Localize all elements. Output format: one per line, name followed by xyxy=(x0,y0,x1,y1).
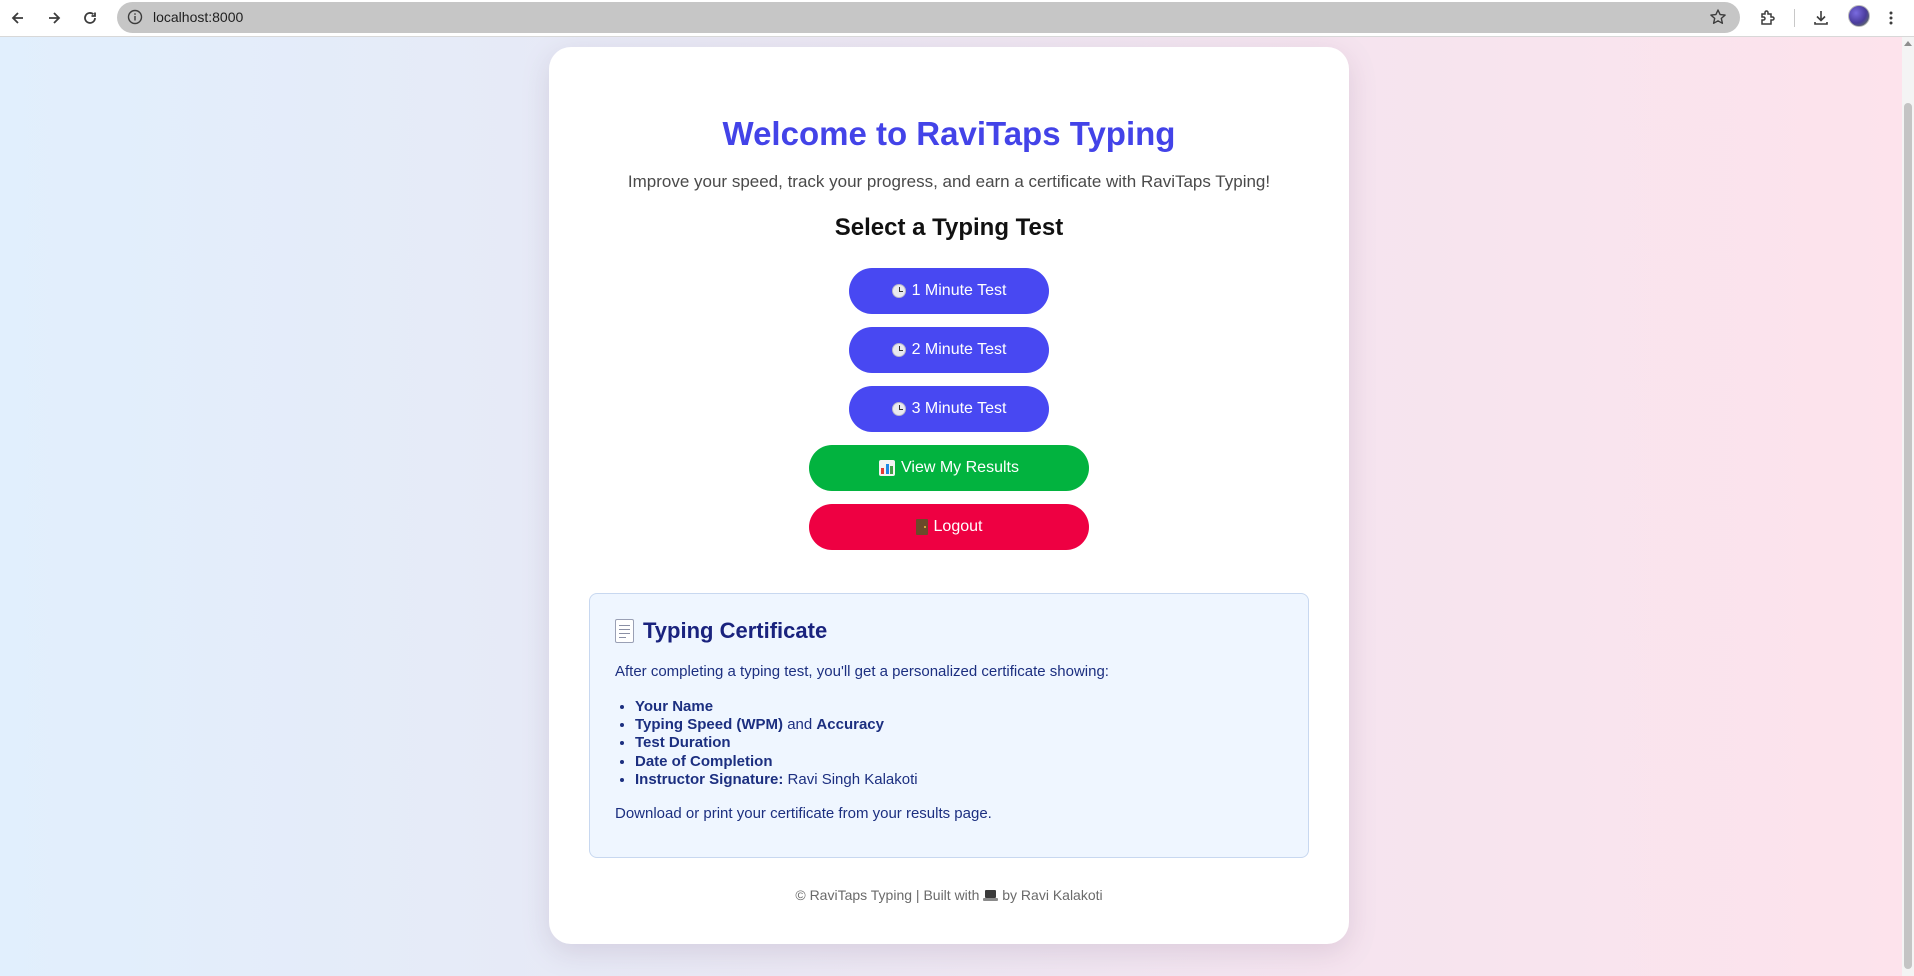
button-label: Logout xyxy=(933,518,983,535)
certificate-info-box: Typing Certificate After completing a ty… xyxy=(589,593,1309,858)
button-label: View My Results xyxy=(901,459,1019,476)
page-title: Welcome to RaviTaps Typing xyxy=(722,115,1176,152)
button-label: 3 Minute Test xyxy=(911,400,1007,417)
alarm-clock-icon xyxy=(891,343,906,357)
certificate-features-list: Your Name Typing Speed (WPM) and Accurac… xyxy=(635,698,918,789)
downloads-button[interactable] xyxy=(1810,7,1832,29)
download-icon xyxy=(1814,11,1828,25)
laptop-icon xyxy=(983,890,999,901)
profile-avatar[interactable] xyxy=(1848,5,1870,27)
button-label: 1 Minute Test xyxy=(911,282,1007,299)
list-item: Instructor Signature: Ravi Singh Kalakot… xyxy=(635,771,918,789)
reload-icon xyxy=(84,12,96,24)
more-vertical-icon xyxy=(1889,11,1893,25)
two-minute-test-button[interactable]: 2 Minute Test xyxy=(849,327,1049,373)
list-item: Date of Completion xyxy=(635,753,918,771)
logout-button[interactable]: Logout xyxy=(809,504,1089,550)
certificate-heading: Typing Certificate xyxy=(615,618,827,644)
certificate-intro: After completing a typing test, you'll g… xyxy=(615,663,1109,680)
page-subtitle: Improve your speed, track your progress,… xyxy=(627,172,1271,191)
bookmark-star-icon[interactable] xyxy=(1708,7,1728,27)
view-results-button[interactable]: View My Results xyxy=(809,445,1089,491)
arrow-right-icon xyxy=(49,12,61,24)
forward-button[interactable] xyxy=(43,7,65,29)
page-scrollbar[interactable] xyxy=(1902,37,1914,976)
address-bar[interactable]: localhost:8000 xyxy=(117,2,1740,33)
main-card: Welcome to RaviTaps Typing Improve your … xyxy=(549,47,1349,944)
url-text[interactable]: localhost:8000 xyxy=(153,9,243,25)
extensions-button[interactable] xyxy=(1757,7,1779,29)
three-minute-test-button[interactable]: 3 Minute Test xyxy=(849,386,1049,432)
door-icon xyxy=(915,519,928,535)
button-label: 2 Minute Test xyxy=(911,341,1007,358)
page-viewport: Welcome to RaviTaps Typing Improve your … xyxy=(0,37,1902,976)
page-footer: © RaviTaps Typing | Built with by Ravi K… xyxy=(795,887,1103,903)
reload-button[interactable] xyxy=(79,7,101,29)
document-icon xyxy=(615,619,634,643)
select-test-heading: Select a Typing Test xyxy=(834,214,1064,241)
arrow-left-icon xyxy=(11,12,23,24)
browser-toolbar: localhost:8000 xyxy=(0,0,1914,37)
toolbar-divider xyxy=(1794,9,1795,27)
scrollbar-thumb[interactable] xyxy=(1904,103,1912,969)
alarm-clock-icon xyxy=(891,284,906,298)
certificate-title: Typing Certificate xyxy=(643,618,828,643)
list-item: Test Duration xyxy=(635,734,918,752)
certificate-outro: Download or print your certificate from … xyxy=(615,805,992,822)
alarm-clock-icon xyxy=(891,402,906,416)
puzzle-icon xyxy=(1761,10,1775,25)
list-item: Typing Speed (WPM) and Accuracy xyxy=(635,716,918,734)
list-item: Your Name xyxy=(635,698,918,716)
scroll-up-arrow-icon[interactable] xyxy=(1904,41,1912,46)
site-info-icon[interactable] xyxy=(126,8,144,26)
browser-menu-button[interactable] xyxy=(1881,7,1901,29)
bar-chart-icon xyxy=(879,460,896,476)
back-button[interactable] xyxy=(7,7,29,29)
one-minute-test-button[interactable]: 1 Minute Test xyxy=(849,268,1049,314)
